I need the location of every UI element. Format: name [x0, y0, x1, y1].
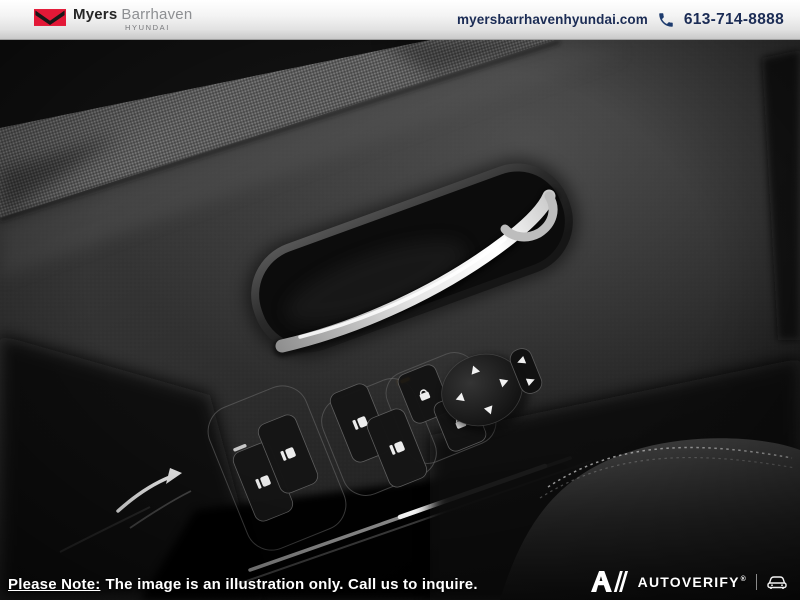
registered-mark: ® — [741, 576, 747, 583]
disclaimer-text: The image is an illustration only. Call … — [105, 576, 477, 593]
myers-logo-icon — [34, 9, 66, 26]
badge-divider — [756, 574, 757, 590]
car-door-interior-photo — [0, 40, 800, 600]
dealer-phone-link[interactable]: 613-714-8888 — [684, 11, 784, 29]
disclaimer-note: Please Note: The image is an illustration… — [8, 576, 478, 593]
dealer-name: Myers — [73, 6, 117, 23]
dealer-logo-text: MyersBarrhaven HYUNDAI — [73, 7, 192, 32]
dealer-brand: HYUNDAI — [125, 24, 192, 32]
autoverify-label: AUTOVERIFY® — [638, 574, 747, 590]
dealer-location: Barrhaven — [121, 6, 192, 23]
dealer-contact: myersbarrhavenhyundai.com 613-714-8888 — [457, 11, 784, 29]
autoverify-logo-icon — [591, 571, 629, 592]
autoverify-badge: AUTOVERIFY® — [591, 571, 788, 592]
disclaimer-label: Please Note: — [8, 576, 100, 593]
car-icon — [766, 574, 788, 590]
dealer-logo: MyersBarrhaven HYUNDAI — [34, 7, 192, 32]
vignette — [0, 40, 800, 600]
dealer-header-banner: MyersBarrhaven HYUNDAI myersbarrhavenhyu… — [0, 0, 800, 40]
phone-icon — [657, 11, 675, 29]
vehicle-listing-image: MyersBarrhaven HYUNDAI myersbarrhavenhyu… — [0, 0, 800, 600]
dealer-website-link[interactable]: myersbarrhavenhyundai.com — [457, 12, 648, 27]
